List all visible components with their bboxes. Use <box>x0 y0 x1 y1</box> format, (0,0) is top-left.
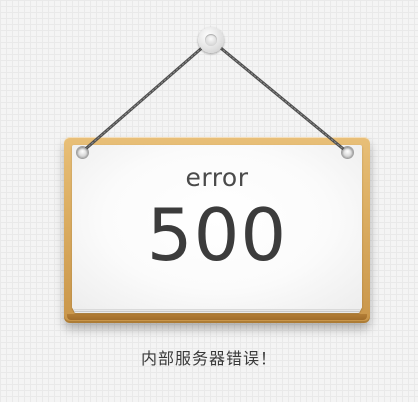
board-edge <box>67 314 367 320</box>
paper-sign: error 500 <box>72 145 362 313</box>
error-message: 内部服务器错误！ <box>140 349 277 368</box>
error-page: error 500 内部服务器错误！ <box>0 0 418 402</box>
error-code: 500 <box>146 193 288 277</box>
nail-head <box>205 34 217 46</box>
eyelet-right-icon <box>342 147 353 158</box>
paper-sheet-front: error 500 <box>72 145 362 309</box>
eyelet-left-icon <box>77 147 88 158</box>
nail-icon <box>198 27 224 53</box>
error-title: error <box>185 163 249 192</box>
